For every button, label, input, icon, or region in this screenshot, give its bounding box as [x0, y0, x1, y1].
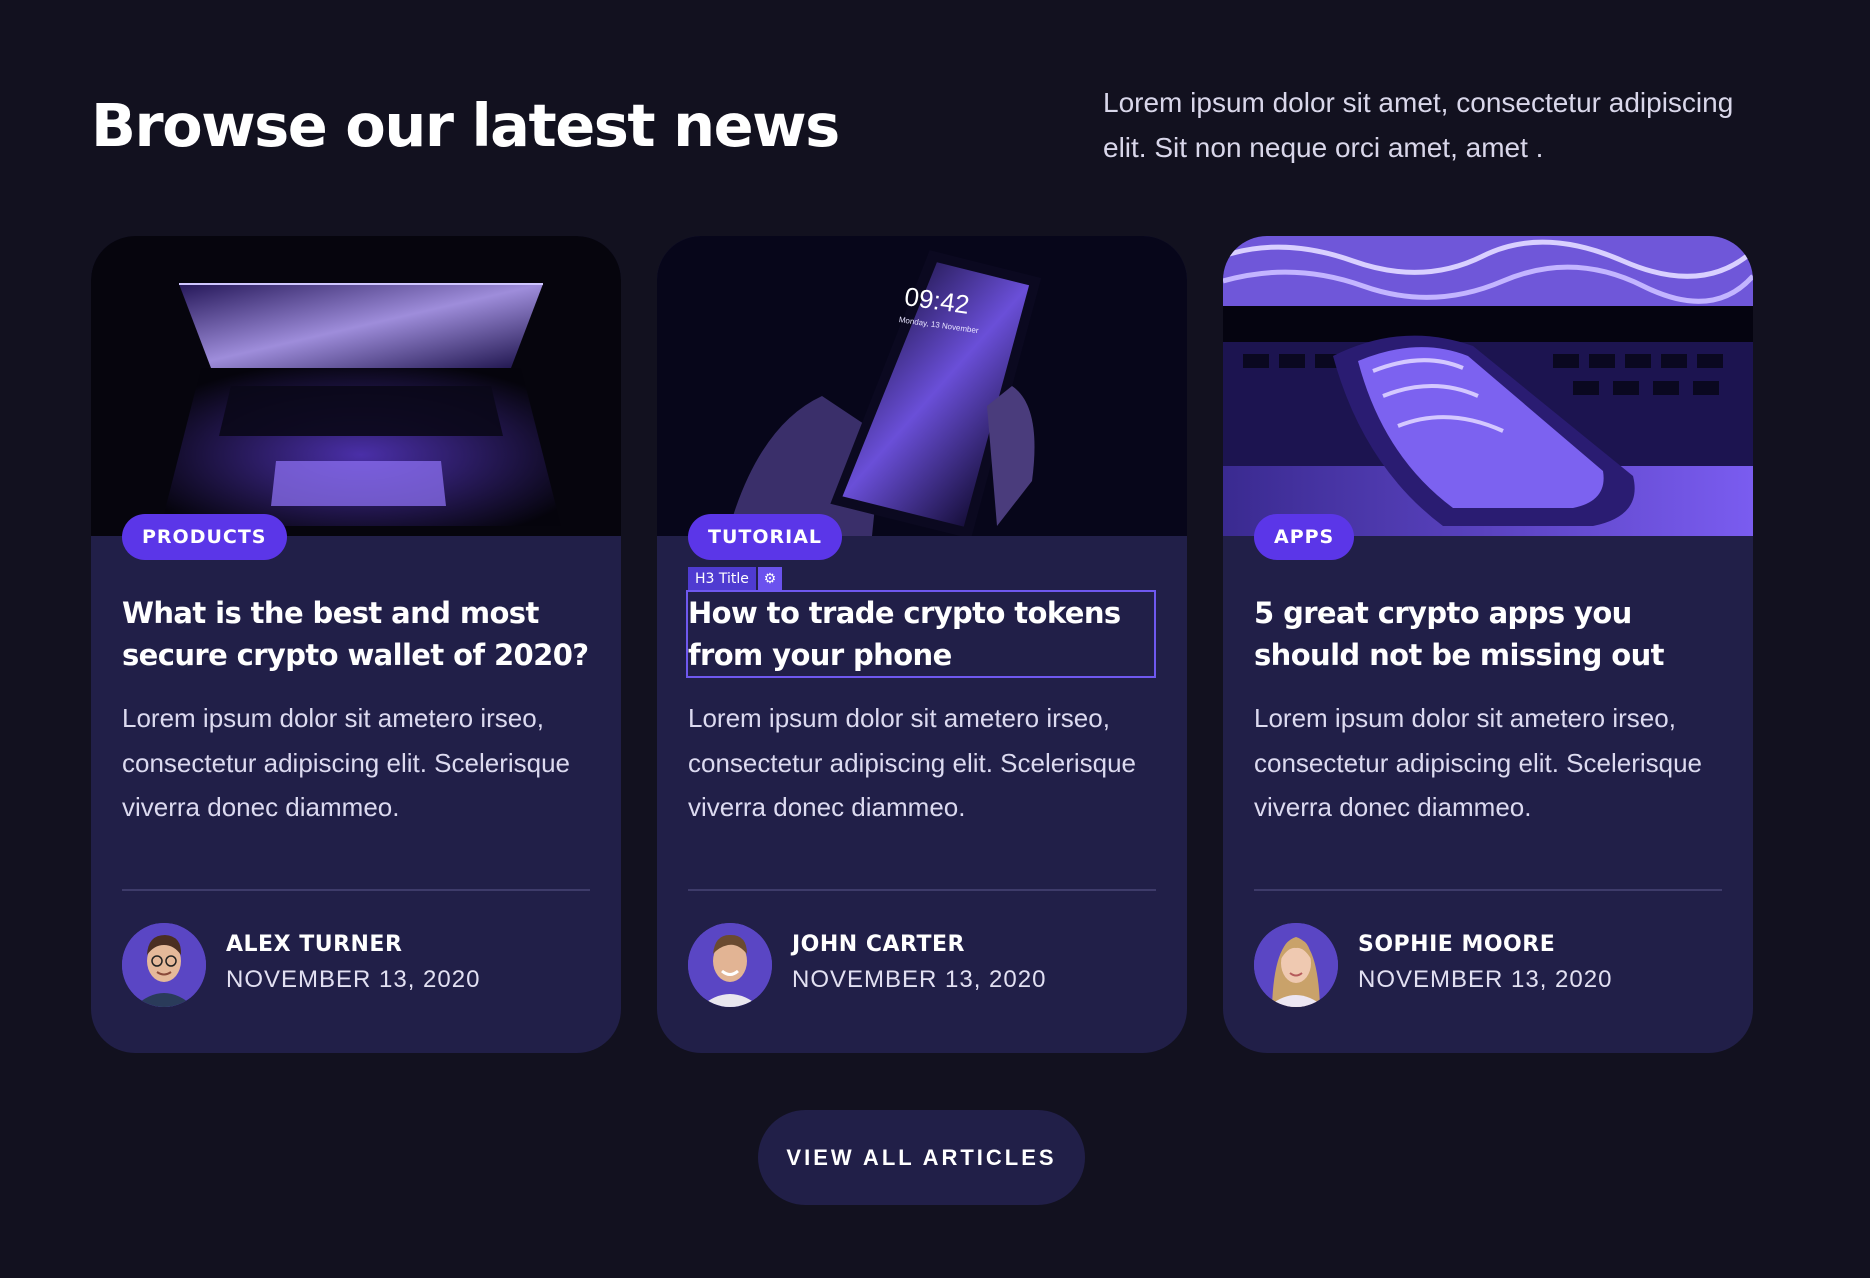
publish-date: NOVEMBER 13, 2020 — [226, 966, 481, 993]
phone-image: 09:42 Monday, 13 November — [657, 236, 1187, 536]
divider — [1254, 889, 1722, 891]
author-avatar — [688, 923, 772, 1007]
author-name: SOPHIE MOORE — [1358, 932, 1556, 957]
category-tag[interactable]: PRODUCTS — [122, 514, 287, 560]
keyboard-phone-image — [1223, 236, 1753, 536]
chip-label: H3 Title — [688, 567, 756, 591]
divider — [122, 889, 590, 891]
card-excerpt: Lorem ipsum dolor sit ametero irseo, con… — [1254, 703, 1703, 822]
publish-date: NOVEMBER 13, 2020 — [792, 966, 1047, 993]
card-title[interactable]: 5 great crypto apps you should not be mi… — [1254, 592, 1724, 676]
editor-element-chip[interactable]: H3 Title ⚙ — [688, 567, 782, 591]
gear-icon[interactable]: ⚙ — [757, 567, 782, 591]
page-intro: Lorem ipsum dolor sit amet, consectetur … — [1103, 87, 1734, 163]
author-name: ALEX TURNER — [226, 932, 403, 957]
publish-date: NOVEMBER 13, 2020 — [1358, 966, 1613, 993]
page-title: Browse our latest news — [91, 91, 840, 160]
card-title[interactable]: What is the best and most secure crypto … — [122, 592, 592, 676]
laptop-image — [91, 236, 621, 536]
news-card-apps[interactable]: APPS 5 great crypto apps you should not … — [1223, 236, 1753, 1053]
divider — [688, 889, 1156, 891]
author-name: JOHN CARTER — [792, 932, 965, 957]
view-all-articles-button[interactable]: VIEW ALL ARTICLES — [758, 1110, 1085, 1205]
card-excerpt: Lorem ipsum dolor sit ametero irseo, con… — [122, 703, 571, 822]
category-tag[interactable]: TUTORIAL — [688, 514, 843, 560]
card-excerpt: Lorem ipsum dolor sit ametero irseo, con… — [688, 703, 1137, 822]
card-title[interactable]: How to trade crypto tokens from your pho… — [686, 590, 1156, 678]
author-avatar — [1254, 923, 1338, 1007]
author-avatar — [122, 923, 206, 1007]
news-card-tutorial[interactable]: 09:42 Monday, 13 November TUTORIAL H3 Ti… — [657, 236, 1187, 1053]
news-card-products[interactable]: PRODUCTS What is the best and most secur… — [91, 236, 621, 1053]
category-tag[interactable]: APPS — [1254, 514, 1355, 560]
